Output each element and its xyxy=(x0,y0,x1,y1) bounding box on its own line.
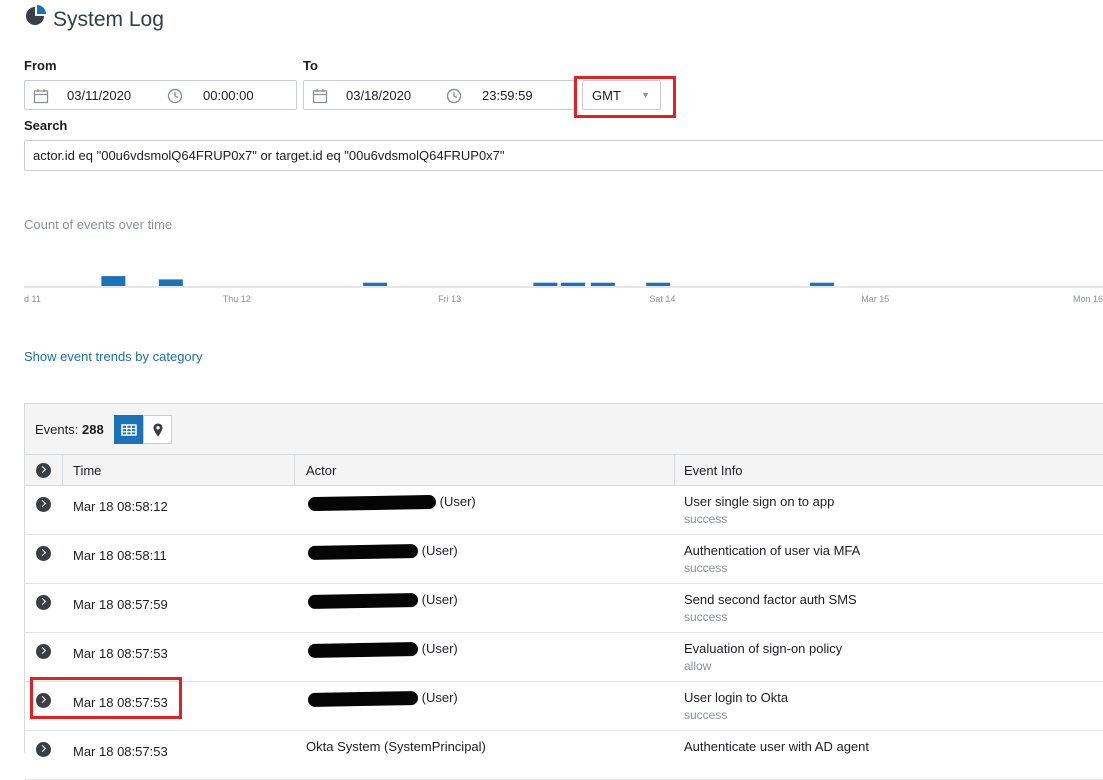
table-row[interactable]: Mar 18 08:57:53 (User) Evaluation of sig… xyxy=(25,633,1103,682)
chart-tick-label: Mon 16 xyxy=(1073,294,1103,304)
caret-down-icon: ▼ xyxy=(641,90,650,100)
from-time-value[interactable]: 00:00:00 xyxy=(203,88,254,103)
event-outcome: success xyxy=(684,561,728,575)
to-datetime-field[interactable]: 03/18/2020 23:59:59 xyxy=(303,80,575,110)
event-actor: (User) xyxy=(307,592,458,609)
chart-bar[interactable] xyxy=(533,282,558,286)
event-outcome: allow xyxy=(684,659,712,673)
actor-type: (User) xyxy=(421,592,458,607)
redacted-actor-name xyxy=(307,592,419,609)
chart-bar[interactable] xyxy=(101,276,126,286)
chart-title: Count of events over time xyxy=(24,217,173,232)
redacted-actor-name xyxy=(307,494,437,511)
redacted-actor-name xyxy=(307,690,419,707)
calendar-icon xyxy=(33,89,49,104)
expand-row-icon[interactable] xyxy=(36,644,51,659)
event-name: User single sign on to app xyxy=(684,494,835,509)
expand-row-icon[interactable] xyxy=(36,595,51,610)
event-name: Authentication of user via MFA xyxy=(684,543,861,558)
timezone-value: GMT xyxy=(592,88,621,103)
table-row[interactable]: Mar 18 08:58:12 (User) User single sign … xyxy=(25,486,1103,535)
event-time: Mar 18 08:58:11 xyxy=(73,548,167,563)
table-row[interactable]: Mar 18 08:57:53 (User) User login to Okt… xyxy=(25,682,1103,731)
event-actor: Okta System (SystemPrincipal) xyxy=(306,739,486,754)
chart-bar[interactable] xyxy=(158,279,183,286)
event-outcome: success xyxy=(684,708,728,722)
chart-bar[interactable] xyxy=(646,282,671,286)
table-view-button[interactable] xyxy=(114,415,143,444)
event-actor: (User) xyxy=(307,690,458,707)
clock-icon xyxy=(446,88,462,104)
chart-bar[interactable] xyxy=(590,282,615,286)
table-row[interactable]: Mar 18 08:57:53 Okta System (SystemPrinc… xyxy=(25,731,1103,780)
chart-tick-label: Sat 14 xyxy=(649,294,675,304)
time-highlight-box xyxy=(30,677,182,719)
search-input[interactable] xyxy=(24,140,1103,171)
clock-icon xyxy=(167,88,183,104)
actor-type: (User) xyxy=(421,543,458,558)
event-time: Mar 18 08:58:12 xyxy=(73,499,168,514)
map-view-button[interactable] xyxy=(143,415,172,444)
event-outcome: success xyxy=(684,512,728,526)
event-time: Mar 18 08:57:59 xyxy=(73,597,168,612)
to-label: To xyxy=(303,58,318,73)
event-time: Mar 18 08:57:53 xyxy=(73,744,168,759)
expand-row-icon[interactable] xyxy=(36,742,51,757)
chart-tick-label: Thu 12 xyxy=(223,294,251,304)
column-header-time[interactable]: Time xyxy=(73,463,101,478)
table-row[interactable]: Mar 18 08:57:59 (User) Send second facto… xyxy=(25,584,1103,633)
column-header-event-info[interactable]: Event Info xyxy=(684,463,743,478)
chart-bar[interactable] xyxy=(363,282,388,286)
table-row[interactable]: Mar 18 08:58:11 (User) Authentication of… xyxy=(25,535,1103,584)
events-table-panel: Events: 288 Time Actor Event Info Mar 18… xyxy=(24,403,1103,780)
redacted-actor-name xyxy=(307,641,419,658)
to-time-value[interactable]: 23:59:59 xyxy=(482,88,533,103)
chart-bar[interactable] xyxy=(810,282,834,286)
event-actor: (User) xyxy=(307,641,458,658)
chart-tick-label: d 11 xyxy=(24,294,41,304)
actor-type: (User) xyxy=(421,641,458,656)
chart-tick-label: Mar 15 xyxy=(861,294,889,304)
timezone-select[interactable]: GMT ▼ xyxy=(582,80,661,110)
event-name: Evaluation of sign-on policy xyxy=(684,641,843,656)
event-outcome: success xyxy=(684,610,728,624)
from-label: From xyxy=(24,58,57,73)
redacted-actor-name xyxy=(307,543,419,560)
events-count-value: 288 xyxy=(81,422,104,437)
events-count: Events: 288 xyxy=(35,422,104,437)
column-header-actor[interactable]: Actor xyxy=(306,463,336,478)
actor-type: (User) xyxy=(439,494,476,509)
event-name: User login to Okta xyxy=(684,690,789,705)
events-over-time-chart: d 11 Thu 12 Fri 13 Sat 14 Mar 15 Mon 16 xyxy=(24,276,1103,304)
search-label: Search xyxy=(24,118,68,133)
page-title: System Log xyxy=(53,8,164,31)
calendar-icon xyxy=(312,89,328,104)
from-date-value[interactable]: 03/11/2020 xyxy=(67,88,131,103)
table-toolbar: Events: 288 xyxy=(25,404,1103,455)
from-datetime-field[interactable]: 03/11/2020 00:00:00 xyxy=(24,80,297,110)
events-label: Events: xyxy=(35,422,79,437)
event-time: Mar 18 08:57:53 xyxy=(73,646,168,661)
event-actor: (User) xyxy=(307,543,458,560)
expand-row-icon[interactable] xyxy=(36,546,51,561)
map-pin-icon xyxy=(153,423,163,437)
to-date-value[interactable]: 03/18/2020 xyxy=(346,88,411,103)
show-event-trends-link[interactable]: Show event trends by category xyxy=(24,349,203,364)
expand-all-icon[interactable] xyxy=(36,463,51,478)
chart-bar[interactable] xyxy=(561,282,586,286)
chart-tick-label: Fri 13 xyxy=(438,294,461,304)
table-header: Time Actor Event Info xyxy=(25,455,1103,486)
system-log-pie-icon xyxy=(26,5,46,25)
grid-icon xyxy=(121,424,137,436)
event-actor: (User) xyxy=(307,494,476,511)
event-name: Authenticate user with AD agent xyxy=(684,739,870,754)
actor-type: (User) xyxy=(421,690,458,705)
expand-row-icon[interactable] xyxy=(36,497,51,512)
event-name: Send second factor auth SMS xyxy=(684,592,857,607)
